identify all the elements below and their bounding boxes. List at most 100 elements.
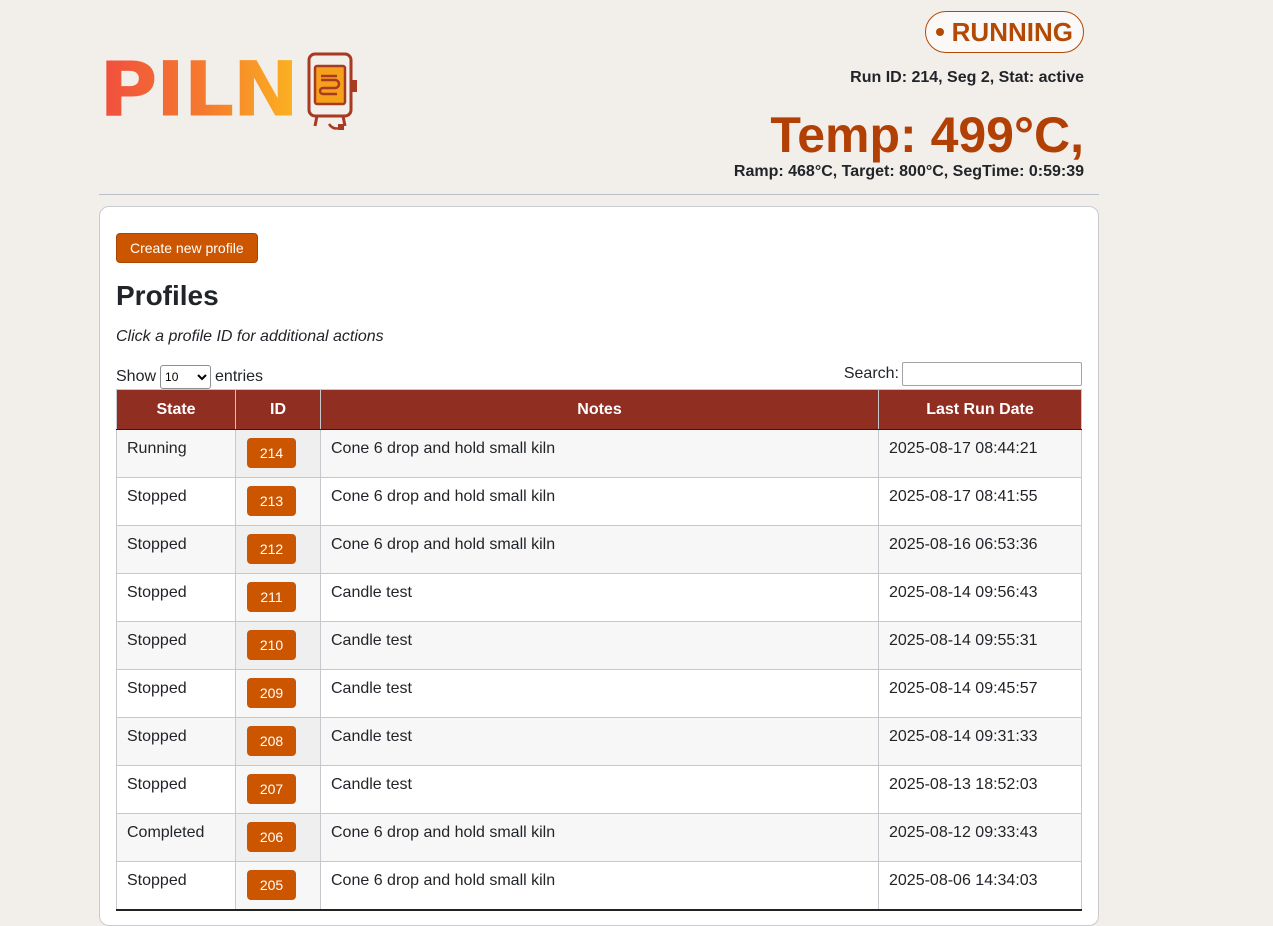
row-state-cell: Running <box>116 429 236 478</box>
row-notes-cell: Candle test <box>320 573 879 622</box>
table-row: Completed 206 Cone 6 drop and hold small k… <box>116 813 1082 862</box>
row-notes-cell: Cone 6 drop and hold small kiln <box>320 861 879 911</box>
col-header-id[interactable]: ID <box>235 389 321 430</box>
row-notes: Candle test <box>331 632 412 649</box>
table-row: Stopped 209 Candle test 2025-08-14 09:45:57 <box>116 669 1082 718</box>
profile-id-button[interactable]: 214 <box>247 438 296 468</box>
profiles-table: State ID Notes Last Run Date Running 214 C… <box>116 389 1082 911</box>
row-notes-cell: Candle test <box>320 717 879 766</box>
table-row: Stopped 212 Cone 6 drop and hold small kil… <box>116 525 1082 574</box>
profile-id-button-cell: 205 <box>235 861 321 911</box>
profile-id-button[interactable]: 208 <box>247 726 296 756</box>
search-label: Search: <box>843 365 899 382</box>
search-input[interactable] <box>902 362 1082 386</box>
row-state: Stopped <box>127 680 187 697</box>
row-notes: Cone 6 drop and hold small kiln <box>331 824 556 841</box>
row-last-run-date: 2025-08-12 09:33:43 <box>889 824 1038 841</box>
table-row: Stopped 211 Candle test 2025-08-14 09:56:43 <box>116 573 1082 622</box>
col-header-state[interactable]: State <box>116 389 236 430</box>
profile-id-button[interactable]: 210 <box>247 630 296 660</box>
row-notes-cell: Cone 6 drop and hold small kiln <box>320 429 879 478</box>
col-header-notes[interactable]: Notes <box>320 389 879 430</box>
profile-id-button[interactable]: 207 <box>247 774 296 804</box>
row-state-cell: Completed <box>116 813 236 862</box>
row-state-cell: Stopped <box>116 573 236 622</box>
profile-id-button-cell: 212 <box>235 525 321 574</box>
profiles-title: Profiles <box>116 280 219 311</box>
row-state: Running <box>127 440 187 457</box>
row-notes: Candle test <box>331 728 412 745</box>
table-row: Stopped 210 Candle test 2025-08-14 09:55:31 <box>116 621 1082 670</box>
row-notes-cell: Cone 6 drop and hold small kiln <box>320 813 879 862</box>
row-notes: Candle test <box>331 680 412 697</box>
row-state: Stopped <box>127 728 187 745</box>
create-profile-button[interactable]: Create new profile <box>116 233 258 263</box>
profile-id-button[interactable]: 205 <box>247 870 296 900</box>
row-last-run-date: 2025-08-13 18:52:03 <box>889 776 1038 793</box>
entries-select[interactable]: 10 <box>160 365 212 389</box>
row-last-run-date-cell: 2025-08-06 14:34:03 <box>878 861 1082 911</box>
page-header: PILN RUNNING Run ID: 214, Seg 2, Stat: a… <box>99 0 1099 195</box>
table-row: Stopped 205 Cone 6 drop and hold small kil… <box>116 861 1082 911</box>
profile-id-button[interactable]: 206 <box>247 822 296 852</box>
row-last-run-date: 2025-08-17 08:44:21 <box>889 440 1038 457</box>
row-state-cell: Stopped <box>116 477 236 526</box>
piln-logo[interactable]: PILN <box>99 50 361 130</box>
table-row: Stopped 213 Cone 6 drop and hold small kil… <box>116 477 1082 526</box>
profile-id-button[interactable]: 211 <box>247 582 296 612</box>
profile-id-button[interactable]: 213 <box>247 486 296 516</box>
col-header-last-run-date[interactable]: Last Run Date <box>878 389 1082 430</box>
row-notes-cell: Cone 6 drop and hold small kiln <box>320 525 879 574</box>
row-last-run-date-cell: 2025-08-13 18:52:03 <box>878 765 1082 814</box>
search-control: Search: <box>844 362 1082 386</box>
profiles-card: Create new profile Profiles Click a prof… <box>99 206 1099 926</box>
row-state-cell: Stopped <box>116 717 236 766</box>
row-state-cell: Stopped <box>116 525 236 574</box>
row-state-cell: Stopped <box>116 861 236 911</box>
profiles-hint: Click a profile ID for additional action… <box>116 328 384 345</box>
ramp-info: Ramp: 468°C, Target: 800°C, SegTime: 0:5… <box>733 163 1084 180</box>
row-state: Stopped <box>127 488 187 505</box>
row-state: Stopped <box>127 536 187 553</box>
row-last-run-date: 2025-08-06 14:34:03 <box>889 872 1038 889</box>
row-last-run-date-cell: 2025-08-14 09:56:43 <box>878 573 1082 622</box>
row-last-run-date: 2025-08-14 09:55:31 <box>889 632 1038 649</box>
row-state-cell: Stopped <box>116 669 236 718</box>
profile-id-button[interactable]: 212 <box>247 534 296 564</box>
row-notes-cell: Cone 6 drop and hold small kiln <box>320 477 879 526</box>
run-info: Run ID: 214, Seg 2, Stat: active <box>850 69 1084 86</box>
row-state: Stopped <box>127 872 187 889</box>
row-state: Stopped <box>127 584 187 601</box>
profile-id-button-cell: 214 <box>235 429 321 478</box>
row-last-run-date: 2025-08-14 09:56:43 <box>889 584 1038 601</box>
row-last-run-date: 2025-08-14 09:31:33 <box>889 728 1038 745</box>
row-notes: Cone 6 drop and hold small kiln <box>331 488 556 505</box>
table-row: Stopped 208 Candle test 2025-08-14 09:31:33 <box>116 717 1082 766</box>
row-last-run-date-cell: 2025-08-12 09:33:43 <box>878 813 1082 862</box>
row-notes: Cone 6 drop and hold small kiln <box>331 872 556 889</box>
row-notes: Candle test <box>331 584 412 601</box>
profile-id-button-cell: 213 <box>235 477 321 526</box>
row-last-run-date: 2025-08-17 08:41:55 <box>889 488 1038 505</box>
row-state-cell: Stopped <box>116 621 236 670</box>
profile-id-button-cell: 210 <box>235 621 321 670</box>
row-state: Completed <box>127 824 205 841</box>
row-state: Stopped <box>127 632 187 649</box>
row-notes: Candle test <box>331 776 412 793</box>
kiln-icon <box>307 52 358 130</box>
profile-id-button-cell: 209 <box>235 669 321 718</box>
row-last-run-date: 2025-08-16 06:53:36 <box>889 536 1038 553</box>
profile-id-button[interactable]: 209 <box>247 678 296 708</box>
row-last-run-date-cell: 2025-08-14 09:45:57 <box>878 669 1082 718</box>
profile-id-button-cell: 211 <box>235 573 321 622</box>
row-last-run-date-cell: 2025-08-17 08:41:55 <box>878 477 1082 526</box>
row-notes-cell: Candle test <box>320 765 879 814</box>
logo-text: PILN <box>99 45 299 134</box>
row-state-cell: Stopped <box>116 765 236 814</box>
temperature-readout: Temp: 499°C, <box>770 107 1084 163</box>
status-badge: RUNNING <box>924 11 1084 53</box>
show-label: Show <box>116 368 157 385</box>
profile-id-button-cell: 206 <box>235 813 321 862</box>
row-last-run-date-cell: 2025-08-16 06:53:36 <box>878 525 1082 574</box>
table-header-row: State ID Notes Last Run Date <box>116 389 1082 430</box>
